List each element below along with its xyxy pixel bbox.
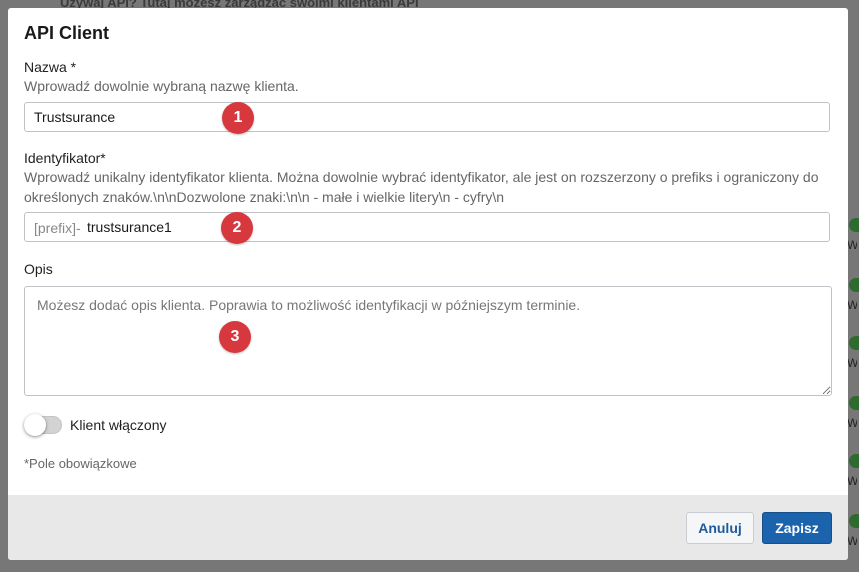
cancel-button[interactable]: Anuluj bbox=[686, 512, 754, 544]
status-label: Wł bbox=[847, 298, 857, 312]
name-input[interactable] bbox=[25, 103, 829, 131]
dialog-title: API Client bbox=[24, 23, 110, 43]
api-client-dialog: API Client Nazwa * Wprowadź dowolnie wyb… bbox=[8, 8, 848, 560]
required-fields-note: *Pole obowiązkowe bbox=[24, 456, 137, 471]
status-dot bbox=[849, 396, 859, 410]
name-label: Nazwa * bbox=[24, 59, 77, 75]
status-dot bbox=[849, 218, 859, 232]
status-dot bbox=[849, 278, 859, 292]
description-label: Opis bbox=[24, 261, 53, 277]
identifier-input[interactable] bbox=[79, 213, 779, 241]
annotation-badge-2: 2 bbox=[221, 212, 253, 244]
name-help-text: Wprowadź dowolnie wybraną nazwę klienta. bbox=[24, 78, 299, 94]
dialog-footer: Anuluj Zapisz bbox=[8, 495, 848, 560]
description-textarea[interactable] bbox=[24, 286, 832, 396]
client-enabled-toggle[interactable] bbox=[24, 414, 62, 436]
annotation-badge-3: 3 bbox=[219, 321, 251, 353]
status-label: Wł bbox=[847, 238, 857, 252]
status-label: Wł bbox=[847, 416, 857, 430]
status-dot bbox=[849, 514, 859, 528]
save-button[interactable]: Zapisz bbox=[762, 512, 832, 544]
identifier-prefix: [prefix]- bbox=[34, 220, 81, 236]
status-label: Wł bbox=[847, 356, 857, 370]
annotation-badge-1: 1 bbox=[222, 102, 254, 134]
status-dot bbox=[849, 336, 859, 350]
toggle-knob bbox=[24, 414, 46, 436]
name-field[interactable] bbox=[24, 102, 830, 132]
identifier-field[interactable]: [prefix]- bbox=[24, 212, 830, 242]
identifier-label: Identyfikator* bbox=[24, 150, 106, 166]
status-dot bbox=[849, 454, 859, 468]
status-label: Wł bbox=[847, 534, 857, 548]
status-label: Wł bbox=[847, 474, 857, 488]
client-enabled-label: Klient włączony bbox=[70, 417, 167, 433]
identifier-help-text: Wprowadź unikalny identyfikator klienta.… bbox=[24, 169, 819, 205]
